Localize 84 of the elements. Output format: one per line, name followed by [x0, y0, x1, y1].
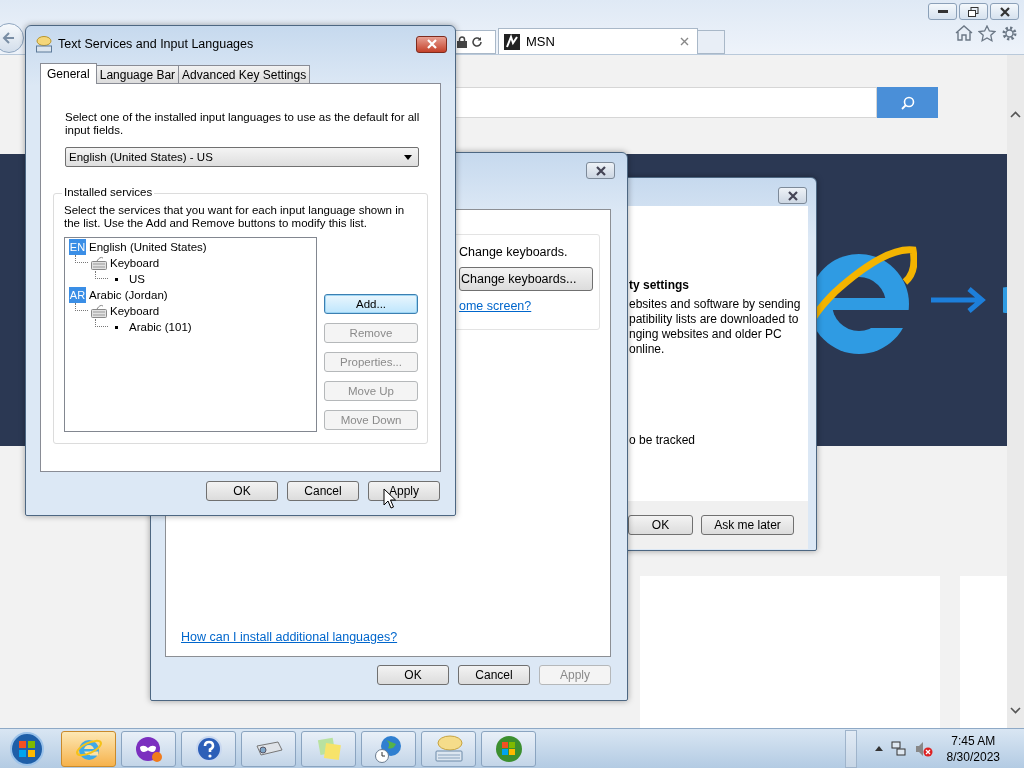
body-text: ebsites and software by sending: [629, 297, 802, 312]
minimize-icon: [937, 9, 948, 14]
dialog-button[interactable]: Cancel: [287, 481, 359, 501]
services-tree[interactable]: EN English (United States) Keyboard US AR Arabic (Jordan) Keyboard Arabic (101): [64, 237, 317, 432]
instruction-text: Select one of the installed input languages to use as the default for all input fields.: [65, 111, 421, 137]
mask-icon: [133, 734, 164, 763]
language-dropdown[interactable]: English (United States) - US: [65, 147, 419, 167]
close-tab-icon[interactable]: [680, 37, 689, 46]
help-link[interactable]: How can I install additional languages?: [181, 630, 610, 644]
close-icon: [425, 39, 438, 49]
tree-item[interactable]: English (United States): [89, 241, 207, 253]
globe-clock-icon: [373, 733, 404, 764]
body-text: patibility lists are downloaded to: [629, 312, 800, 327]
help-icon: [194, 734, 223, 763]
tab[interactable]: Language Bar: [95, 65, 180, 83]
dialog-button[interactable]: Cancel: [458, 665, 530, 685]
scroll-down-icon[interactable]: [1010, 707, 1021, 714]
arrow-icon: [931, 287, 987, 313]
clock-date[interactable]: 8/30/2023: [946, 748, 1000, 765]
bullet-icon: [115, 277, 118, 281]
tree-item[interactable]: Arabic (101): [129, 321, 192, 333]
tree-item[interactable]: US: [129, 273, 145, 285]
close-icon: [786, 190, 799, 201]
search-icon: [899, 94, 916, 111]
body-text: online.: [629, 342, 666, 357]
restore-icon: [968, 6, 979, 17]
option-text: o be tracked: [629, 433, 697, 448]
change-keyboards-button[interactable]: Change keyboards...: [459, 267, 593, 291]
taskbar-button[interactable]: [121, 730, 176, 767]
description-text: Select the services that you want for each input language shown in the list. Use the Add and Remove buttons to modify this list.: [64, 204, 406, 230]
refresh-icon[interactable]: [471, 36, 483, 48]
scroll-up-icon[interactable]: [1010, 111, 1021, 118]
browser-tab[interactable]: MSN: [498, 28, 698, 54]
dialog-button[interactable]: OK: [628, 515, 693, 535]
star-icon[interactable]: [978, 25, 996, 42]
close-button[interactable]: [778, 187, 807, 204]
group-label: Installed services: [62, 186, 155, 198]
taskbar-button[interactable]: [361, 730, 416, 767]
side-button[interactable]: Add...: [324, 294, 418, 314]
logo-orb-icon: [9, 730, 45, 767]
tree-item[interactable]: Keyboard: [110, 305, 160, 317]
language-badge: EN: [69, 239, 86, 255]
dialog-button[interactable]: OK: [377, 665, 449, 685]
close-button[interactable]: [990, 3, 1019, 20]
keyboard-icon: [91, 256, 107, 270]
volume-muted-icon[interactable]: [914, 740, 933, 757]
back-button[interactable]: [0, 23, 24, 53]
keyboard-icon: [91, 304, 107, 318]
description-text: Change keyboards.: [459, 245, 568, 259]
close-button[interactable]: [416, 35, 447, 53]
restore-button[interactable]: [959, 3, 988, 20]
dialog-button[interactable]: OK: [206, 481, 278, 501]
tree-item[interactable]: Arabic (Jordan): [89, 289, 168, 301]
link[interactable]: ome screen?: [459, 299, 532, 313]
close-button[interactable]: [586, 162, 615, 179]
close-icon: [594, 165, 607, 176]
tab[interactable]: General: [40, 63, 97, 84]
caret-icon: [404, 154, 412, 160]
dialog-button[interactable]: Ask me later: [701, 515, 794, 535]
tab[interactable]: Advanced Key Settings: [178, 65, 311, 83]
tree-item[interactable]: Keyboard: [110, 257, 160, 269]
logo-orb-icon: [493, 733, 524, 764]
back-arrow-icon: [2, 31, 16, 45]
lock-icon: [457, 36, 467, 48]
keyboard-chat-icon: [432, 733, 465, 764]
window-title: Text Services and Input Languages: [58, 37, 255, 51]
network-icon[interactable]: [890, 740, 907, 757]
body-text: nging websites and older PC: [629, 327, 783, 342]
dialog-button[interactable]: Apply: [368, 481, 440, 501]
settings-icon[interactable]: [1001, 25, 1018, 42]
site-icon: [504, 33, 520, 50]
taskbar-button[interactable]: [481, 730, 536, 767]
scrollbar[interactable]: [1007, 55, 1024, 728]
language-bar-icon: [35, 35, 53, 53]
minimize-button[interactable]: [928, 3, 957, 20]
section-heading: ty settings: [629, 278, 690, 293]
clock-time[interactable]: 7:45 AM: [951, 732, 996, 749]
taskbar-button[interactable]: [181, 730, 236, 767]
search-button[interactable]: [877, 87, 938, 118]
bullet-icon: [115, 325, 118, 329]
close-icon: [998, 6, 1011, 17]
show-hidden-icons-icon[interactable]: [874, 746, 883, 751]
home-icon[interactable]: [955, 25, 973, 41]
language-badge: AR: [69, 287, 86, 303]
